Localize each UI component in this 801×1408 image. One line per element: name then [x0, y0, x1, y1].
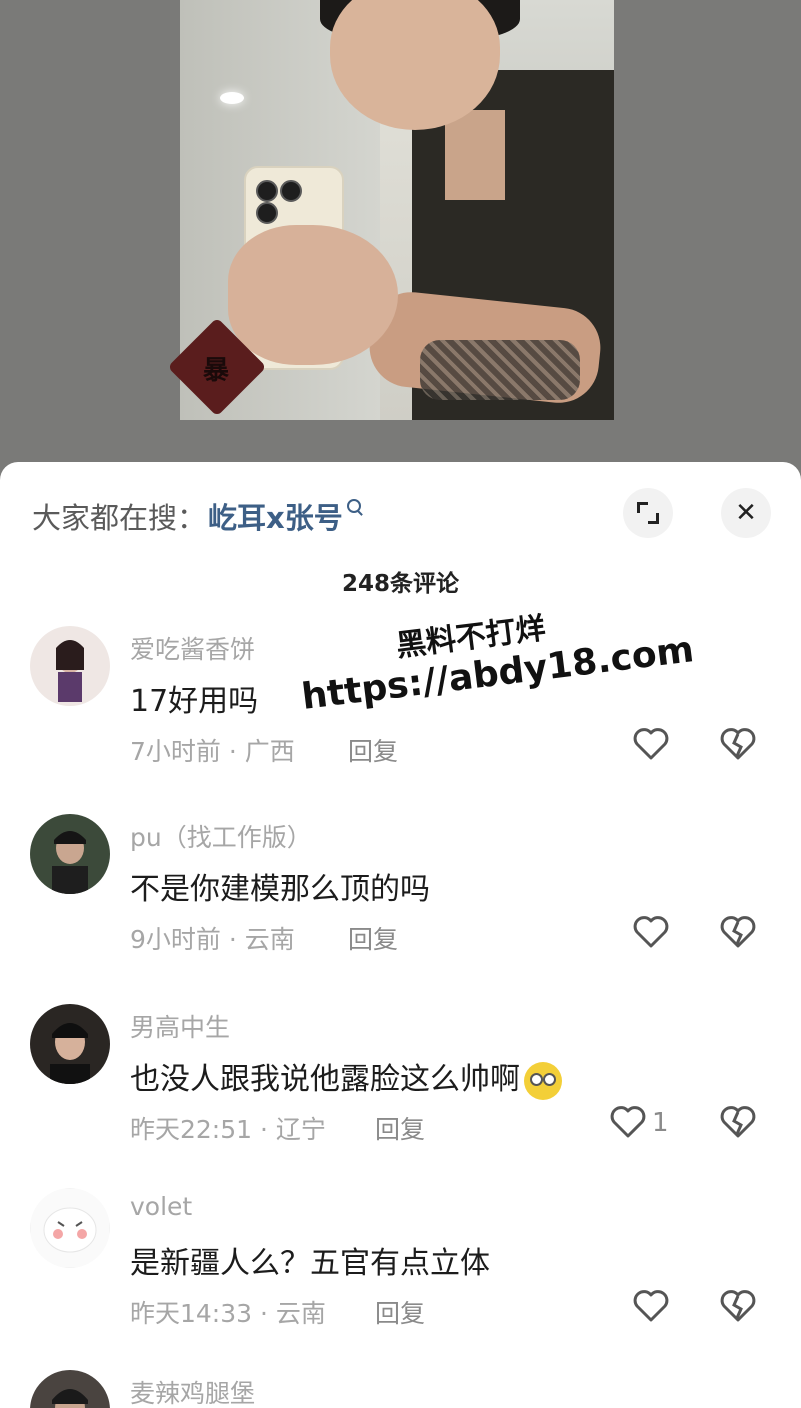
- comment-time-location: 9小时前 · 云南: [130, 925, 295, 954]
- comment-count: 248条评论: [341, 571, 459, 597]
- video-player[interactable]: 暴: [0, 0, 801, 470]
- heart-icon[interactable]: [631, 912, 671, 952]
- camera-lens-icon: [256, 180, 278, 202]
- search-suggestion[interactable]: 大家都在搜： 屹耳x张号: [32, 496, 361, 536]
- comment-username[interactable]: 爱吃酱香饼: [130, 630, 255, 666]
- person-hand: [228, 225, 398, 365]
- close-button[interactable]: ✕: [721, 488, 771, 538]
- arm-tattoo: [420, 340, 580, 400]
- heart-icon[interactable]: [631, 1286, 671, 1326]
- comment-time-location: 7小时前 · 广西: [130, 737, 295, 766]
- avatar[interactable]: [30, 626, 110, 706]
- heart-icon[interactable]: [631, 724, 671, 764]
- camera-lens-icon: [280, 180, 302, 202]
- comment-username[interactable]: pu（找工作版）: [130, 818, 312, 854]
- comment-text: 也没人跟我说他露脸这么帅啊: [130, 1054, 562, 1100]
- expand-button[interactable]: [623, 488, 673, 538]
- comment-item: 麦辣鸡腿堡: [0, 1370, 801, 1408]
- comment-item: 男高中生 也没人跟我说他露脸这么帅啊 昨天22:51 · 辽宁 回复 1: [0, 1004, 801, 1184]
- broken-heart-icon[interactable]: [718, 1102, 758, 1142]
- reply-button[interactable]: 回复: [348, 920, 398, 956]
- avatar[interactable]: [30, 1188, 110, 1268]
- broken-heart-icon[interactable]: [718, 724, 758, 764]
- comment-username[interactable]: volet: [130, 1192, 192, 1221]
- comment-text: 17好用吗: [130, 684, 259, 719]
- comment-text: 是新疆人么？五官有点立体: [130, 1246, 490, 1281]
- broken-heart-icon[interactable]: [718, 1286, 758, 1326]
- comment-item: pu（找工作版） 不是你建模那么顶的吗 9小时前 · 云南 回复: [0, 814, 801, 994]
- comment-item: volet 是新疆人么？五官有点立体 昨天14:33 · 云南 回复: [0, 1188, 801, 1368]
- expand-icon: [637, 502, 659, 524]
- sticker-text: 暴: [202, 356, 229, 386]
- comment-username[interactable]: 麦辣鸡腿堡: [130, 1374, 255, 1408]
- search-icon: [346, 499, 361, 513]
- ceiling-light: [220, 92, 244, 104]
- comments-sheet: 大家都在搜： 屹耳x张号 ✕ 248条评论 爱吃酱香饼 17好用吗 7小时前 ·…: [0, 462, 801, 1408]
- search-keyword-link[interactable]: 屹耳x张号: [208, 495, 343, 537]
- close-icon: ✕: [735, 498, 757, 528]
- comment-text: 不是你建模那么顶的吗: [130, 872, 430, 907]
- broken-heart-icon[interactable]: [718, 912, 758, 952]
- camera-lens-icon: [256, 202, 278, 224]
- smile-emoji-icon: [524, 1061, 562, 1100]
- heart-icon[interactable]: [608, 1102, 648, 1142]
- comment-time-location: 昨天14:33 · 云南: [130, 1299, 326, 1328]
- comment-text-content: 也没人跟我说他露脸这么帅啊: [130, 1062, 520, 1097]
- reply-button[interactable]: 回复: [375, 1110, 425, 1146]
- avatar[interactable]: [30, 1370, 110, 1408]
- person-neck: [445, 110, 505, 200]
- avatar[interactable]: [30, 814, 110, 894]
- comment-username[interactable]: 男高中生: [130, 1008, 230, 1044]
- avatar[interactable]: [30, 1004, 110, 1084]
- reply-button[interactable]: 回复: [375, 1294, 425, 1330]
- like-count: 1: [652, 1108, 669, 1138]
- comment-time-location: 昨天22:51 · 辽宁: [130, 1115, 326, 1144]
- search-prefix: 大家都在搜：: [32, 501, 207, 535]
